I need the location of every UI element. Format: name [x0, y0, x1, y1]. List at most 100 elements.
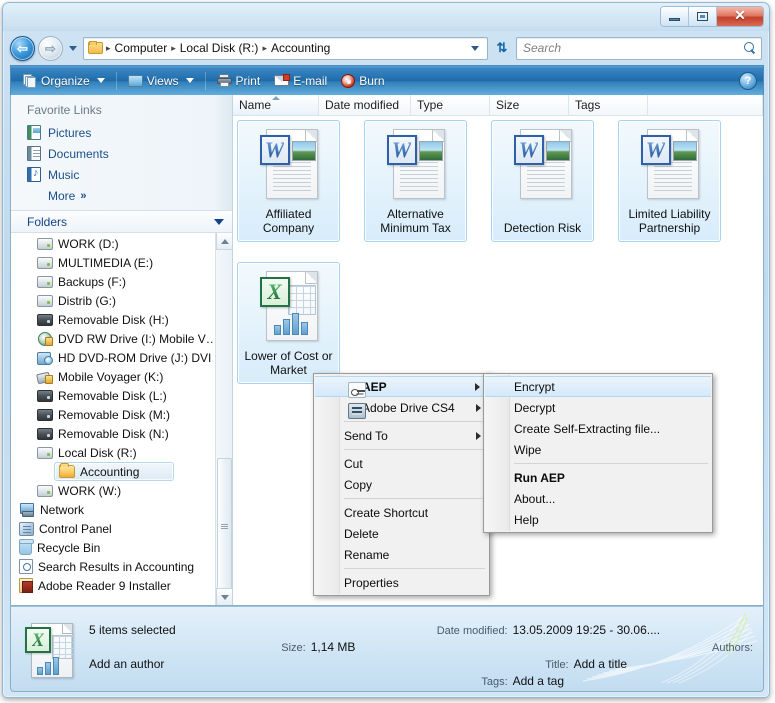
menu-item-aep[interactable]: AEP: [315, 376, 488, 397]
tags-value[interactable]: Add a tag: [513, 674, 569, 688]
favorite-links-section: Favorite Links Pictures Documents Music …: [11, 95, 232, 210]
menu-item-create-self-extracting-file[interactable]: Create Self-Extracting file...: [484, 418, 712, 439]
views-button[interactable]: Views: [122, 70, 200, 92]
title-value[interactable]: Add a title: [574, 657, 753, 671]
tree-item[interactable]: Search Results in Accounting: [11, 557, 215, 576]
search-input[interactable]: [521, 40, 744, 56]
chevron-down-icon: [221, 595, 229, 600]
history-dropdown-icon[interactable]: [69, 46, 77, 51]
file-tile[interactable]: WAlternative Minimum Tax: [364, 120, 467, 242]
column-header-date-modified[interactable]: Date modified: [319, 95, 411, 115]
menu-item-properties[interactable]: Properties: [314, 572, 489, 593]
menu-item-adobe-drive-cs4[interactable]: Adobe Drive CS4: [314, 397, 489, 418]
file-tile[interactable]: WDetection Risk: [491, 120, 594, 242]
excel-badge-icon: X: [25, 627, 51, 653]
tree-item[interactable]: Removable Disk (H:): [11, 310, 215, 329]
page-fold: [305, 272, 317, 284]
refresh-button[interactable]: ⇅: [491, 37, 513, 60]
sidebar-item-more[interactable]: More »: [11, 185, 232, 206]
menu-item-label: Send To: [344, 429, 388, 443]
tree-item-label: Control Panel: [39, 522, 112, 536]
menu-item-decrypt[interactable]: Decrypt: [484, 397, 712, 418]
authors-value[interactable]: Add an author: [89, 657, 306, 671]
menu-item-encrypt[interactable]: Encrypt: [485, 376, 711, 397]
search-icon: [744, 42, 757, 55]
submenu-arrow-icon: [475, 383, 480, 391]
tree-item[interactable]: HD DVD-ROM Drive (J:) DVI: [11, 348, 215, 367]
menu-item-cut[interactable]: Cut: [314, 453, 489, 474]
menu-item-copy[interactable]: Copy: [314, 474, 489, 495]
tree-item[interactable]: Network: [11, 500, 215, 519]
tree-item-label: HD DVD-ROM Drive (J:) DVI: [58, 351, 211, 365]
breadcrumb-item-computer[interactable]: Computer: [112, 41, 171, 55]
forward-button[interactable]: ⇨: [38, 36, 63, 61]
close-button[interactable]: ✕: [717, 7, 763, 26]
submenu-arrow-icon: [476, 404, 481, 412]
tree-item[interactable]: Distrib (G:): [11, 291, 215, 310]
column-header-size[interactable]: Size: [490, 95, 569, 115]
file-tile[interactable]: WLimited Liability Partnership: [618, 120, 721, 242]
column-header-name[interactable]: Name: [233, 95, 319, 115]
tree-item[interactable]: Removable Disk (L:): [11, 386, 215, 405]
scrollbar-thumb[interactable]: [217, 458, 232, 595]
print-icon: [217, 74, 232, 87]
tree-item[interactable]: Recycle Bin: [11, 538, 215, 557]
spreadsheet-grid-icon: [52, 635, 74, 659]
tree-item[interactable]: Adobe Reader 9 Installer: [11, 576, 215, 595]
menu-item-delete[interactable]: Delete: [314, 523, 489, 544]
back-button[interactable]: ⇦: [10, 36, 35, 61]
tree-item[interactable]: WORK (D:): [11, 234, 215, 253]
sidebar-item-music[interactable]: Music: [11, 164, 232, 185]
sidebar-item-documents[interactable]: Documents: [11, 143, 232, 164]
menu-item-create-shortcut[interactable]: Create Shortcut: [314, 502, 489, 523]
column-header-type[interactable]: Type: [411, 95, 490, 115]
tree-item[interactable]: Accounting: [54, 462, 174, 481]
email-button[interactable]: E-mail: [268, 70, 333, 92]
date-modified-label: Date modified:: [311, 625, 508, 637]
tree-item[interactable]: Control Panel: [11, 519, 215, 538]
menu-separator: [514, 463, 708, 464]
breadcrumb[interactable]: ▸ Computer ▸ Local Disk (R:) ▸ Accountin…: [83, 37, 488, 60]
tree-item-label: DVD RW Drive (I:) Mobile V…: [58, 332, 215, 346]
breadcrumb-dropdown-icon[interactable]: [471, 46, 479, 51]
tree-item[interactable]: Local Disk (R:): [11, 443, 215, 462]
tree-item[interactable]: Removable Disk (M:): [11, 405, 215, 424]
menu-item-wipe[interactable]: Wipe: [484, 439, 712, 460]
chevron-down-icon[interactable]: [214, 219, 224, 225]
menu-item-run-aep[interactable]: Run AEP: [484, 467, 712, 488]
menu-item-about[interactable]: About...: [484, 488, 712, 509]
tree-item[interactable]: Mobile Voyager (K:): [11, 367, 215, 386]
tree-item[interactable]: DVD RW Drive (I:) Mobile V…: [11, 329, 215, 348]
maximize-button[interactable]: [689, 7, 717, 26]
tree-item[interactable]: Removable Disk (N:): [11, 424, 215, 443]
help-button[interactable]: ?: [739, 72, 757, 90]
tree-item[interactable]: MULTIMEDIA (E:): [11, 253, 215, 272]
minimize-button[interactable]: [661, 7, 689, 26]
menu-separator: [344, 449, 485, 450]
breadcrumb-item-local-disk[interactable]: Local Disk (R:): [177, 41, 262, 55]
folders-header[interactable]: Folders: [11, 210, 232, 233]
file-tile[interactable]: XLower of Cost or Market: [237, 262, 340, 384]
print-button[interactable]: Print: [211, 70, 267, 92]
burn-button[interactable]: Burn: [335, 70, 390, 92]
tree-item[interactable]: Backups (F:): [11, 272, 215, 291]
folder-icon: [59, 465, 75, 478]
scroll-down-button[interactable]: [216, 588, 232, 605]
sidebar-item-pictures[interactable]: Pictures: [11, 122, 232, 143]
folder-tree-wrapper: WORK (D:)MULTIMEDIA (E:)Backups (F:)Dist…: [11, 233, 232, 605]
search-box[interactable]: [516, 37, 762, 60]
column-header-label: Date modified: [325, 98, 399, 112]
file-tile[interactable]: WAffiliated Company: [237, 120, 340, 242]
breadcrumb-item-accounting[interactable]: Accounting: [268, 41, 333, 55]
menu-item-label: Wipe: [514, 443, 541, 457]
scroll-up-button[interactable]: [216, 233, 232, 250]
menu-item-rename[interactable]: Rename: [314, 544, 489, 565]
organize-button[interactable]: Organize: [17, 70, 111, 92]
tree-scrollbar[interactable]: [215, 233, 232, 605]
toolbar: Organize Views Print E-mail Burn ?: [10, 65, 764, 95]
menu-item-send-to[interactable]: Send To: [314, 425, 489, 446]
tree-item[interactable]: WORK (W:): [11, 481, 215, 500]
menu-item-help[interactable]: Help: [484, 509, 712, 530]
column-header-tags[interactable]: Tags: [569, 95, 648, 115]
grip-icon: [221, 524, 228, 529]
